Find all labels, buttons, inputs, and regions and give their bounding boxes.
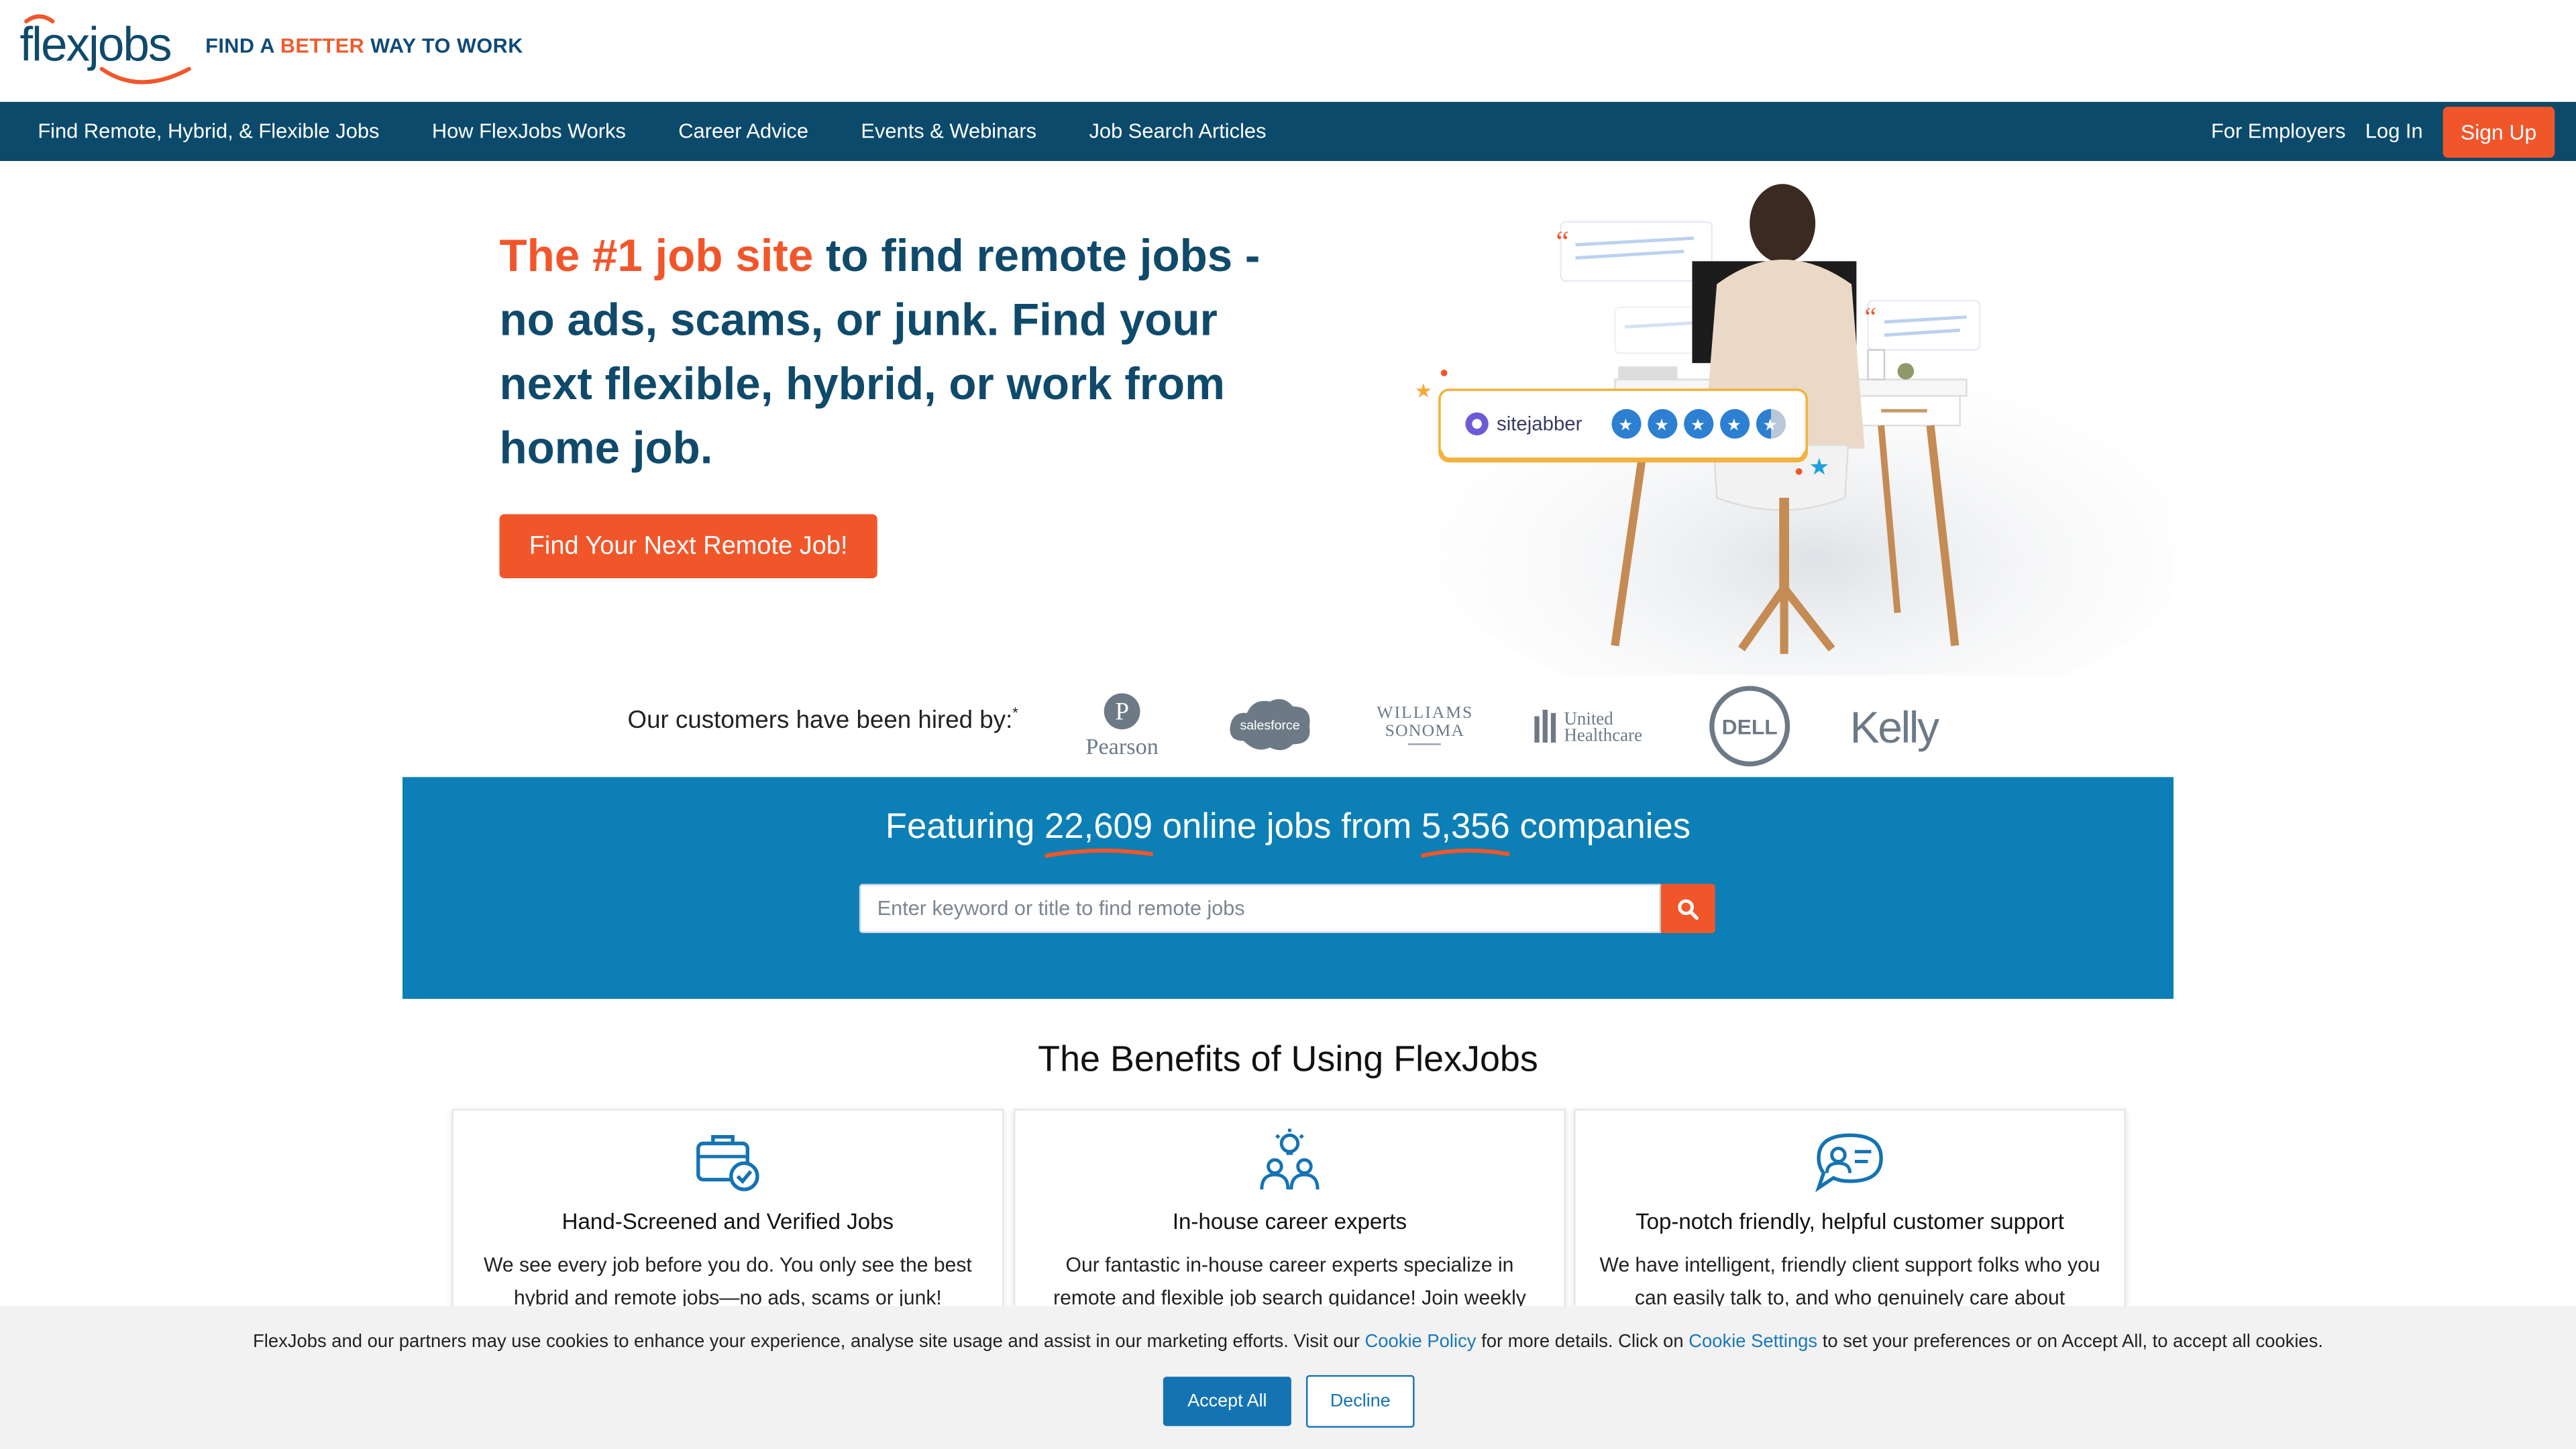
decline-button[interactable]: Decline bbox=[1305, 1375, 1415, 1428]
main-nav: Find Remote, Hybrid, & Flexible Jobs How… bbox=[0, 101, 2576, 162]
signup-button[interactable]: Sign Up bbox=[2443, 105, 2555, 157]
job-search-form bbox=[859, 883, 1715, 934]
job-search-input[interactable] bbox=[859, 883, 1661, 934]
cookie-settings-link[interactable]: Cookie Settings bbox=[1688, 1332, 1817, 1352]
accept-all-button[interactable]: Accept All bbox=[1163, 1377, 1291, 1426]
logo-wordmark: flexjobs bbox=[19, 19, 170, 72]
dell-logo: DELL bbox=[1709, 686, 1790, 767]
career-experts-icon bbox=[1260, 1128, 1320, 1190]
svg-text:“: “ bbox=[1865, 303, 1876, 331]
nav-for-employers[interactable]: For Employers bbox=[2211, 120, 2346, 143]
companies-count: 5,356 bbox=[1421, 806, 1510, 858]
williams-sonoma-logo: WILLIAMS SONOMA bbox=[1377, 702, 1472, 745]
nav-how-it-works[interactable]: How FlexJobs Works bbox=[411, 120, 647, 143]
svg-text:“: “ bbox=[1556, 225, 1569, 258]
svg-text:DELL: DELL bbox=[1722, 715, 1778, 739]
nav-find-jobs[interactable]: Find Remote, Hybrid, & Flexible Jobs bbox=[16, 120, 400, 143]
pearson-logo: P Pearson bbox=[1085, 693, 1159, 759]
jobs-count: 22,609 bbox=[1044, 806, 1153, 858]
nav-events-webinars[interactable]: Events & Webinars bbox=[840, 120, 1058, 143]
sitejabber-icon bbox=[1465, 412, 1489, 435]
benefits-title: The Benefits of Using FlexJobs bbox=[1038, 1038, 1538, 1079]
tagline: FIND A BETTER WAY TO WORK bbox=[205, 34, 523, 58]
nav-job-search-articles[interactable]: Job Search Articles bbox=[1068, 120, 1288, 143]
hero-illustration: “ “ sitejabber ★ ★ ★ ★ ★ ★ ★ bbox=[1415, 184, 2174, 676]
sitejabber-badge: sitejabber ★ ★ ★ ★ ★ bbox=[1438, 388, 1809, 463]
svg-text:★: ★ bbox=[1690, 417, 1705, 435]
briefcase-check-icon bbox=[696, 1135, 759, 1191]
benefit-card-title: Hand-Screened and Verified Jobs bbox=[561, 1209, 894, 1234]
support-chat-icon bbox=[1815, 1133, 1883, 1193]
flexjobs-logo[interactable]: flexjobs bbox=[16, 10, 197, 92]
find-remote-job-button[interactable]: Find Your Next Remote Job! bbox=[499, 514, 877, 579]
cookie-policy-link[interactable]: Cookie Policy bbox=[1365, 1332, 1477, 1352]
cookie-message: FlexJobs and our partners may use cookie… bbox=[253, 1332, 2324, 1352]
svg-text:★: ★ bbox=[1654, 417, 1669, 435]
benefit-card-text: We have intelligent, friendly client sup… bbox=[1599, 1253, 2100, 1309]
svg-text:Kelly: Kelly bbox=[1850, 703, 1939, 753]
svg-text:★: ★ bbox=[1809, 455, 1829, 480]
benefit-card-title: Top-notch friendly, helpful customer sup… bbox=[1635, 1209, 2065, 1234]
hero-headline: The #1 job site to find remote jobs - no… bbox=[499, 223, 1320, 480]
svg-text:★: ★ bbox=[1763, 417, 1778, 435]
featuring-band: Featuring 22,609 online jobs from 5,356 … bbox=[402, 777, 2174, 999]
svg-text:WILLIAMS: WILLIAMS bbox=[1377, 702, 1472, 722]
benefit-card-title: In-house career experts bbox=[1172, 1209, 1407, 1234]
search-icon bbox=[1678, 898, 1699, 919]
benefit-card-text: Our fantastic in-house career experts sp… bbox=[1053, 1253, 1526, 1309]
svg-text:★: ★ bbox=[1415, 380, 1432, 402]
nav-login[interactable]: Log In bbox=[2365, 120, 2423, 143]
cookie-banner: FlexJobs and our partners may use cookie… bbox=[0, 1305, 2576, 1449]
svg-text:★: ★ bbox=[1618, 417, 1633, 435]
svg-text:★: ★ bbox=[1727, 417, 1741, 435]
nav-career-advice[interactable]: Career Advice bbox=[657, 120, 829, 143]
site-header: flexjobs FIND A BETTER WAY TO WORK bbox=[0, 0, 2576, 102]
hired-by-label: Our customers have been hired by:* bbox=[627, 704, 1018, 735]
svg-text:SONOMA: SONOMA bbox=[1385, 720, 1464, 740]
svg-text:salesforce: salesforce bbox=[1240, 718, 1299, 733]
svg-text:Pearson: Pearson bbox=[1085, 734, 1159, 759]
hero-headline-accent: The #1 job site bbox=[499, 229, 814, 281]
svg-text:Healthcare: Healthcare bbox=[1564, 724, 1642, 745]
united-healthcare-logo: United Healthcare bbox=[1534, 708, 1642, 745]
kelly-logo: Kelly bbox=[1850, 703, 1941, 753]
salesforce-logo: salesforce bbox=[1230, 699, 1310, 751]
sitejabber-label: sitejabber bbox=[1497, 413, 1582, 435]
featuring-headline: Featuring 22,609 online jobs from 5,356 … bbox=[402, 806, 2174, 858]
svg-text:P: P bbox=[1115, 698, 1128, 725]
benefit-card-text: We see every job before you do. You only… bbox=[484, 1253, 972, 1309]
search-button[interactable] bbox=[1660, 883, 1715, 934]
